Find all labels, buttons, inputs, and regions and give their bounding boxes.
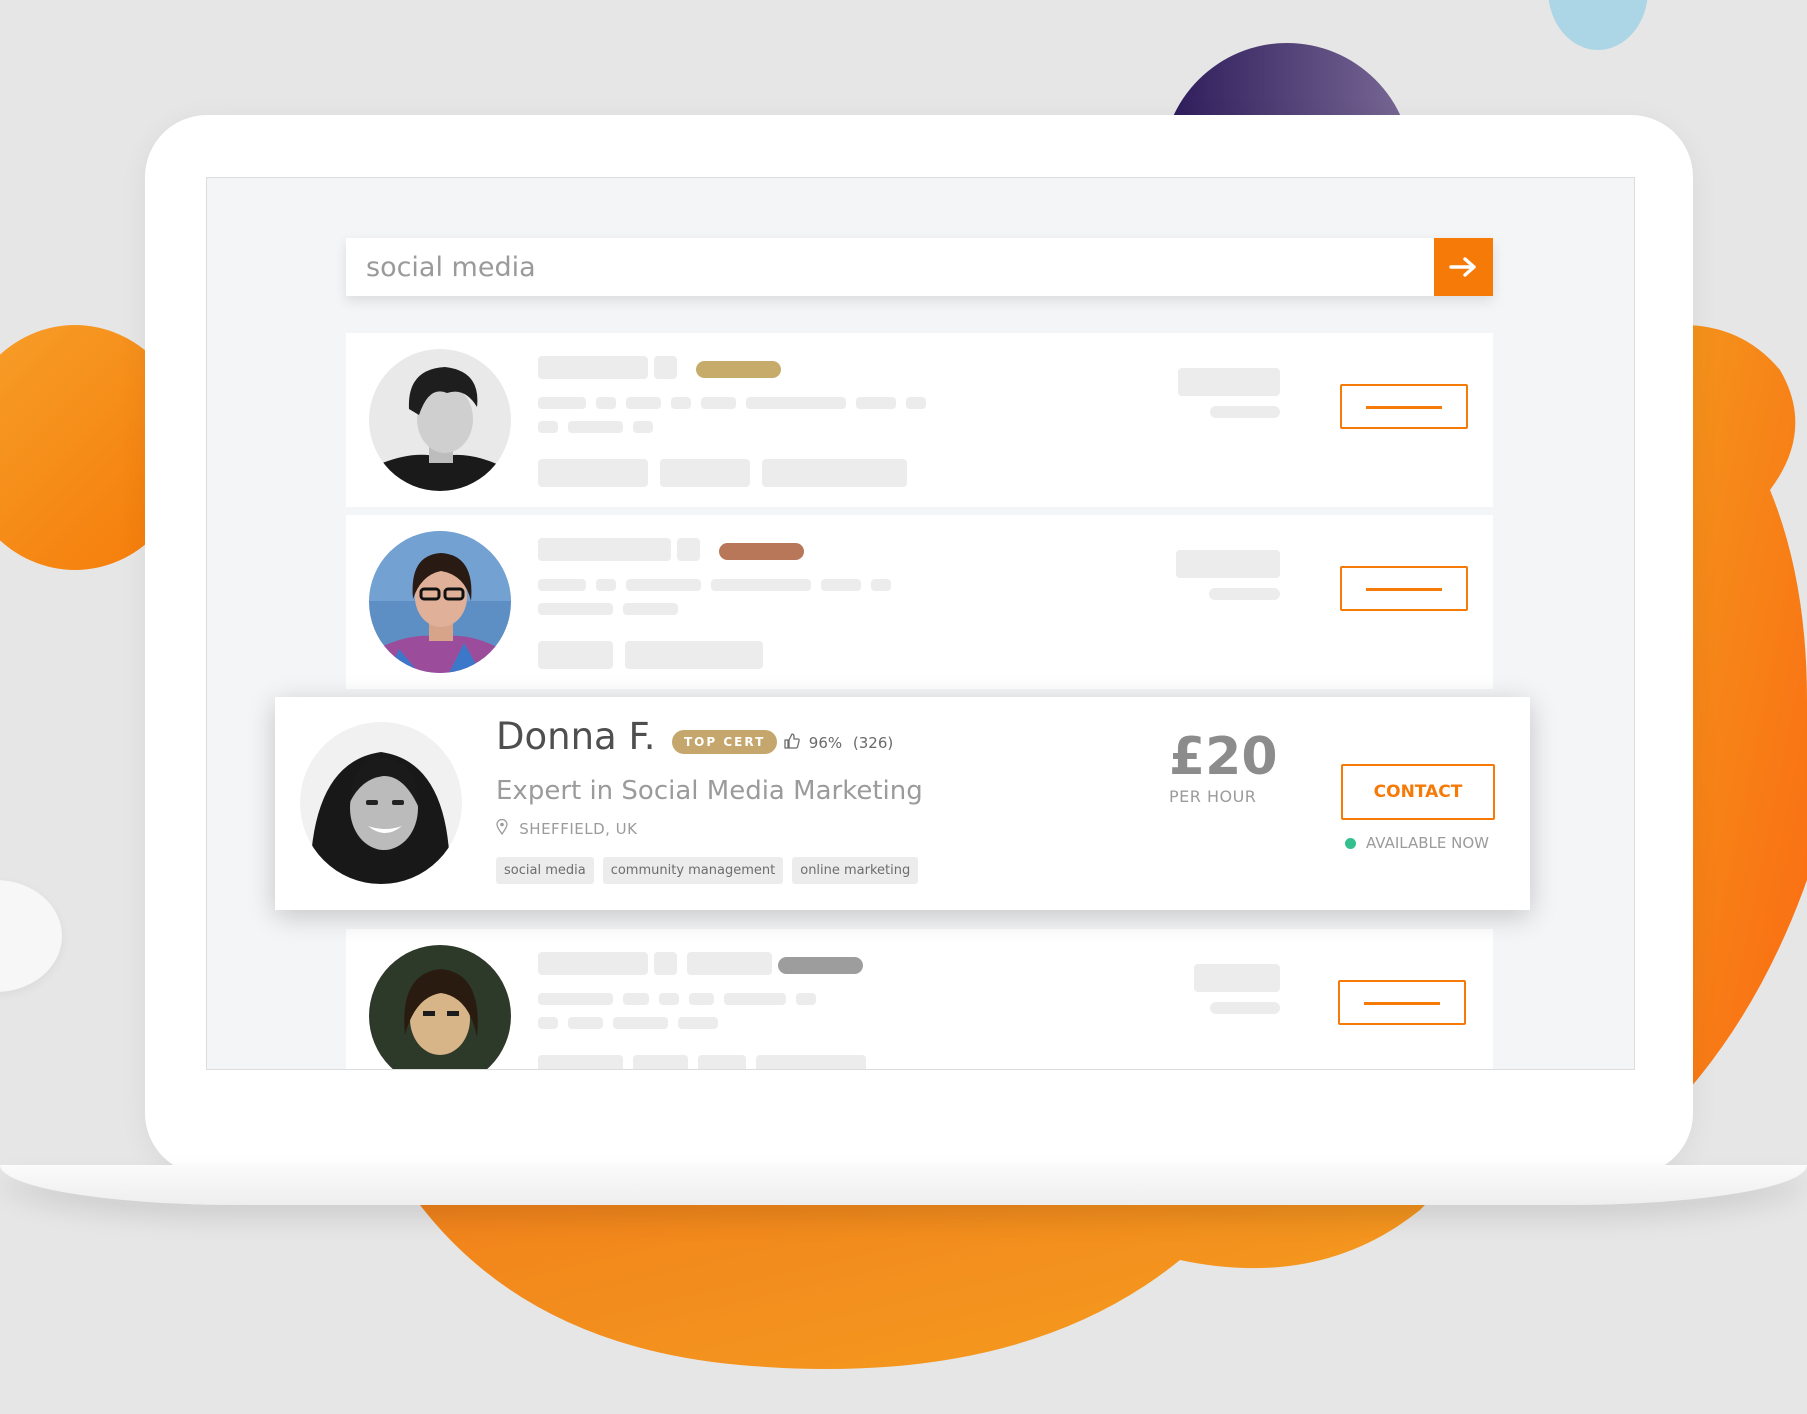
name-placeholder	[538, 356, 648, 379]
text-placeholder	[626, 397, 661, 409]
text-placeholder	[689, 993, 714, 1005]
availability-text: AVAILABLE NOW	[1366, 834, 1490, 852]
text-placeholder	[626, 579, 701, 591]
name-placeholder	[677, 538, 700, 561]
arrow-right-icon	[1448, 257, 1476, 277]
text-placeholder	[538, 993, 613, 1005]
text-placeholder	[538, 421, 558, 433]
text-placeholder	[568, 421, 623, 433]
thumbs-up-icon	[784, 733, 800, 753]
text-placeholder	[701, 397, 736, 409]
background-blob-white	[0, 880, 62, 992]
text-placeholder	[633, 421, 653, 433]
tag-placeholder	[698, 1055, 746, 1069]
profile-headline: Expert in Social Media Marketing	[496, 776, 923, 806]
top-cert-badge: TOP CERT	[672, 730, 778, 754]
tag-placeholder	[633, 1055, 688, 1069]
badge-placeholder	[719, 543, 804, 560]
rating-count: (326)	[852, 734, 894, 752]
price-placeholder	[1176, 550, 1280, 578]
rating: 96% (326)	[784, 733, 893, 753]
text-placeholder	[623, 603, 678, 615]
avatar	[300, 722, 462, 884]
skill-tag[interactable]: community management	[602, 857, 784, 884]
price-placeholder	[1178, 368, 1280, 396]
text-placeholder	[711, 579, 811, 591]
name-placeholder	[654, 356, 677, 379]
name-placeholder	[654, 952, 677, 975]
search-input[interactable]	[346, 238, 1430, 296]
text-placeholder	[596, 397, 616, 409]
list-item	[346, 333, 1493, 507]
contact-button-placeholder[interactable]	[1338, 980, 1466, 1025]
avatar	[369, 349, 511, 491]
text-placeholder	[596, 579, 616, 591]
price-unit-placeholder	[1209, 588, 1280, 600]
name-placeholder	[538, 538, 671, 561]
tag-placeholder	[625, 641, 763, 669]
text-placeholder	[671, 397, 691, 409]
laptop-screen	[206, 177, 1635, 1070]
name-placeholder	[538, 952, 648, 975]
skill-tag[interactable]: social media	[496, 857, 594, 884]
tag-placeholder	[538, 641, 613, 669]
text-placeholder	[856, 397, 896, 409]
tag-placeholder	[538, 459, 648, 487]
price-unit-placeholder	[1210, 406, 1280, 418]
list-item	[346, 929, 1493, 1069]
avatar	[369, 531, 511, 673]
avatar	[369, 945, 511, 1069]
tag-placeholder	[762, 459, 907, 487]
text-placeholder	[623, 993, 649, 1005]
badge-placeholder	[778, 957, 863, 974]
text-placeholder	[724, 993, 786, 1005]
text-placeholder	[659, 993, 679, 1005]
skill-tag[interactable]: online marketing	[792, 857, 919, 884]
status-dot-icon	[1345, 837, 1356, 849]
text-placeholder	[538, 603, 613, 615]
location-text: SHEFFIELD, UK	[519, 820, 638, 838]
text-placeholder	[906, 397, 926, 409]
laptop-base	[0, 1165, 1807, 1205]
tag-placeholder	[660, 459, 750, 487]
hourly-price: £20	[1169, 727, 1278, 787]
text-placeholder	[871, 579, 891, 591]
rating-percent: 96%	[808, 734, 843, 752]
text-placeholder	[538, 397, 586, 409]
text-placeholder	[613, 1017, 668, 1029]
contact-button-placeholder[interactable]	[1340, 566, 1468, 611]
profile-location: SHEFFIELD, UK	[496, 818, 638, 839]
text-placeholder	[538, 1017, 558, 1029]
name-placeholder	[687, 952, 772, 975]
map-pin-icon	[496, 818, 508, 839]
contact-button[interactable]: CONTACT	[1341, 764, 1495, 820]
price-unit: PER HOUR	[1169, 787, 1257, 806]
text-placeholder	[821, 579, 861, 591]
price-placeholder	[1194, 964, 1280, 992]
availability-status: AVAILABLE NOW	[1345, 834, 1489, 852]
featured-profile-card[interactable]: Donna F. TOP CERT 96% (326) Expert in So…	[275, 697, 1530, 910]
badge-placeholder	[696, 361, 781, 378]
search-submit-button[interactable]	[1434, 238, 1493, 296]
profile-name[interactable]: Donna F.	[496, 715, 656, 758]
list-item	[346, 515, 1493, 689]
tag-placeholder	[538, 1055, 623, 1069]
text-placeholder	[678, 1017, 718, 1029]
contact-button-placeholder[interactable]	[1340, 384, 1468, 429]
text-placeholder	[538, 579, 586, 591]
price-unit-placeholder	[1210, 1002, 1280, 1014]
skill-tags: social media community management online…	[496, 857, 919, 884]
background-blob-light-blue	[1548, 0, 1648, 50]
text-placeholder	[568, 1017, 603, 1029]
text-placeholder	[796, 993, 816, 1005]
tag-placeholder	[756, 1055, 866, 1069]
text-placeholder	[746, 397, 846, 409]
search-bar	[346, 238, 1493, 296]
